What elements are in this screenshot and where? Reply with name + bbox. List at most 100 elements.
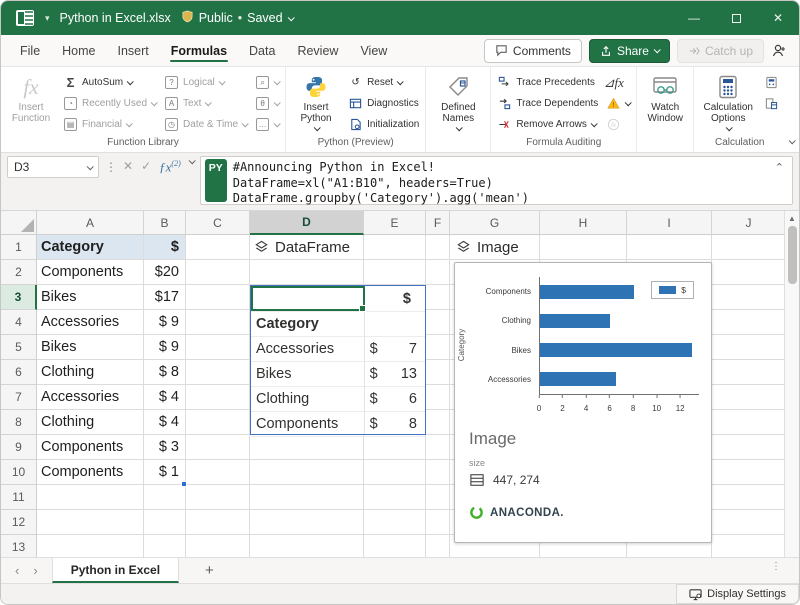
error-checking-button[interactable]: ! — [603, 93, 633, 114]
more-functions-button[interactable]: … — [252, 114, 282, 135]
cell-J9[interactable] — [712, 435, 786, 460]
dataframe-index-header[interactable]: Category — [251, 316, 364, 332]
cell-A3[interactable]: Bikes — [37, 285, 144, 310]
insert-function-button[interactable]: fx Insert Function — [4, 70, 58, 124]
column-header-B[interactable]: B — [144, 211, 186, 235]
maximize-button[interactable] — [715, 1, 757, 35]
evaluate-formula-button[interactable]: fx — [603, 114, 633, 135]
cell-B8[interactable]: $ 4 — [144, 410, 186, 435]
cell-C8[interactable] — [186, 410, 250, 435]
cell-J1[interactable] — [712, 235, 786, 260]
diagnostics-button[interactable]: Diagnostics — [345, 93, 422, 114]
quick-access-chevron-icon[interactable]: ▾ — [45, 13, 50, 24]
source-range-handle[interactable] — [181, 481, 187, 487]
cell-J11[interactable] — [712, 485, 786, 510]
prev-sheet-icon[interactable]: ‹ — [15, 563, 19, 578]
cell-F9[interactable] — [426, 435, 450, 460]
autosum-button[interactable]: Σ AutoSum — [60, 72, 159, 93]
cell-B5[interactable]: $ 9 — [144, 335, 186, 360]
cell-D12[interactable] — [250, 510, 364, 535]
save-status[interactable]: Saved — [247, 11, 282, 25]
cell-J12[interactable] — [712, 510, 786, 535]
column-header-G[interactable]: G — [450, 211, 540, 235]
comments-button[interactable]: Comments — [484, 39, 582, 63]
dataframe-row-clothing[interactable]: Clothing$6 — [251, 386, 425, 411]
logical-button[interactable]: ? Logical — [161, 72, 250, 93]
cell-C4[interactable] — [186, 310, 250, 335]
cell-B10[interactable]: $ 1 — [144, 460, 186, 485]
cell-d1-dataframe-object[interactable]: DataFrame — [254, 235, 350, 260]
next-sheet-icon[interactable]: › — [33, 563, 37, 578]
cell-A11[interactable] — [37, 485, 144, 510]
save-status-chevron-icon[interactable] — [287, 14, 294, 21]
dataframe-row-bikes[interactable]: Bikes$13 — [251, 361, 425, 386]
display-settings-button[interactable]: Display Settings — [676, 584, 799, 604]
row-header-5[interactable]: 5 — [1, 335, 37, 360]
row-header-1[interactable]: 1 — [1, 235, 37, 260]
column-header-J[interactable]: J — [712, 211, 786, 235]
cell-F7[interactable] — [426, 385, 450, 410]
cell-A10[interactable]: Components — [37, 460, 144, 485]
cell-A6[interactable]: Clothing — [37, 360, 144, 385]
cell-C7[interactable] — [186, 385, 250, 410]
cell-B3[interactable]: $17 — [144, 285, 186, 310]
cell-F2[interactable] — [426, 260, 450, 285]
cell-C12[interactable] — [186, 510, 250, 535]
cell-A5[interactable]: Bikes — [37, 335, 144, 360]
cell-A7[interactable]: Accessories — [37, 385, 144, 410]
cell-J7[interactable] — [712, 385, 786, 410]
cell-B13[interactable] — [144, 535, 186, 557]
cell-B11[interactable] — [144, 485, 186, 510]
cell-F12[interactable] — [426, 510, 450, 535]
cell-J13[interactable] — [712, 535, 786, 557]
cell-F11[interactable] — [426, 485, 450, 510]
date-time-button[interactable]: ◷ Date & Time — [161, 114, 250, 135]
collapse-formula-bar-icon[interactable]: ⌃ — [775, 161, 784, 174]
dataframe-row-accessories[interactable]: Accessories$7 — [251, 336, 425, 361]
trace-dependents-button[interactable]: Trace Dependents — [494, 93, 601, 114]
collapse-ribbon-button[interactable] — [785, 67, 799, 152]
cell-E13[interactable] — [364, 535, 426, 557]
cell-D10[interactable] — [250, 460, 364, 485]
cell-F4[interactable] — [426, 310, 450, 335]
sheet-tab-active[interactable]: Python in Excel — [52, 558, 179, 583]
cell-g1-image-object[interactable]: Image — [456, 235, 519, 260]
cell-B6[interactable]: $ 8 — [144, 360, 186, 385]
cell-B9[interactable]: $ 3 — [144, 435, 186, 460]
cell-A2[interactable]: Components — [37, 260, 144, 285]
cell-E2[interactable] — [364, 260, 426, 285]
recently-used-button[interactable]: ◔ Recently Used — [60, 93, 159, 114]
dataframe-column-header[interactable]: $ — [364, 291, 425, 307]
cell-A12[interactable] — [37, 510, 144, 535]
cell-D11[interactable] — [250, 485, 364, 510]
defined-names-button[interactable]: Defined Names — [429, 70, 487, 131]
minimize-button[interactable]: — — [673, 1, 715, 35]
text-button[interactable]: A Text — [161, 93, 250, 114]
cell-C11[interactable] — [186, 485, 250, 510]
cell-B4[interactable]: $ 9 — [144, 310, 186, 335]
name-box[interactable]: D3 — [7, 156, 99, 178]
tab-file[interactable]: File — [9, 37, 51, 64]
cell-F3[interactable] — [426, 285, 450, 310]
add-sheet-button[interactable]: + — [179, 558, 240, 583]
financial-button[interactable]: ▤ Financial — [60, 114, 159, 135]
cell-A4[interactable]: Accessories — [37, 310, 144, 335]
calculate-sheet-button[interactable] — [761, 93, 782, 114]
column-header-C[interactable]: C — [186, 211, 250, 235]
sensitivity-label[interactable]: Public — [199, 11, 233, 25]
row-header-10[interactable]: 10 — [1, 460, 37, 485]
cell-B12[interactable] — [144, 510, 186, 535]
column-header-A[interactable]: A — [37, 211, 144, 235]
cell-I1[interactable] — [627, 235, 712, 260]
cell-A1[interactable]: Category — [37, 235, 144, 260]
functions-chevron-icon[interactable] — [188, 157, 195, 164]
people-icon[interactable] — [771, 43, 787, 59]
row-header-3[interactable]: 3 — [1, 285, 37, 310]
cell-A8[interactable]: Clothing — [37, 410, 144, 435]
confirm-entry-icon[interactable]: ✓ — [141, 159, 151, 173]
cell-J6[interactable] — [712, 360, 786, 385]
cell-C1[interactable] — [186, 235, 250, 260]
cell-C10[interactable] — [186, 460, 250, 485]
cell-D2[interactable] — [250, 260, 364, 285]
cell-E12[interactable] — [364, 510, 426, 535]
